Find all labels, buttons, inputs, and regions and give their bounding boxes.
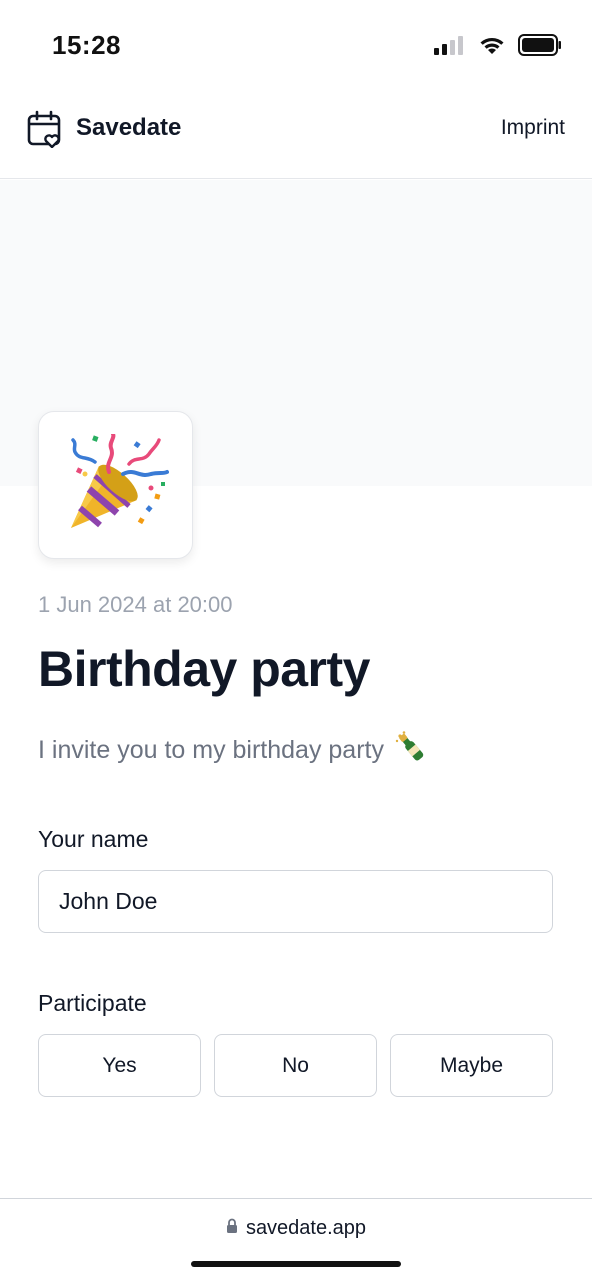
battery-icon [518, 34, 562, 61]
party-popper-icon [71, 434, 169, 528]
name-label: Your name [38, 826, 149, 852]
browser-bottom-bar: savedate.app [0, 1198, 592, 1280]
home-indicator[interactable] [191, 1261, 401, 1267]
status-icons [434, 34, 562, 61]
no-button[interactable]: No [214, 1034, 377, 1097]
maybe-button[interactable]: Maybe [390, 1034, 553, 1097]
event-date: 1 Jun 2024 at 20:00 [38, 592, 233, 617]
event-icon-tile [38, 411, 193, 559]
calendar-heart-icon[interactable] [26, 110, 64, 149]
lock-icon [226, 1217, 238, 1240]
event-description: I invite you to my birthday party [38, 730, 428, 771]
yes-button[interactable]: Yes [38, 1034, 201, 1097]
champagne-bottle-icon [394, 730, 428, 771]
wifi-icon [478, 35, 506, 60]
app-header: Savedate Imprint [0, 92, 592, 179]
signal-icon [434, 35, 466, 60]
status-time: 15:28 [52, 30, 121, 60]
event-title: Birthday party [38, 641, 370, 697]
status-bar: 15:28 [0, 0, 592, 92]
participate-label: Participate [38, 990, 147, 1016]
imprint-link[interactable]: Imprint [501, 116, 565, 140]
event-description-text: I invite you to my birthday party [38, 736, 384, 764]
brand-name[interactable]: Savedate [76, 114, 181, 142]
url-text: savedate.app [245, 1217, 367, 1239]
url-display[interactable]: savedate.app [0, 1217, 592, 1240]
name-input[interactable] [38, 870, 553, 933]
